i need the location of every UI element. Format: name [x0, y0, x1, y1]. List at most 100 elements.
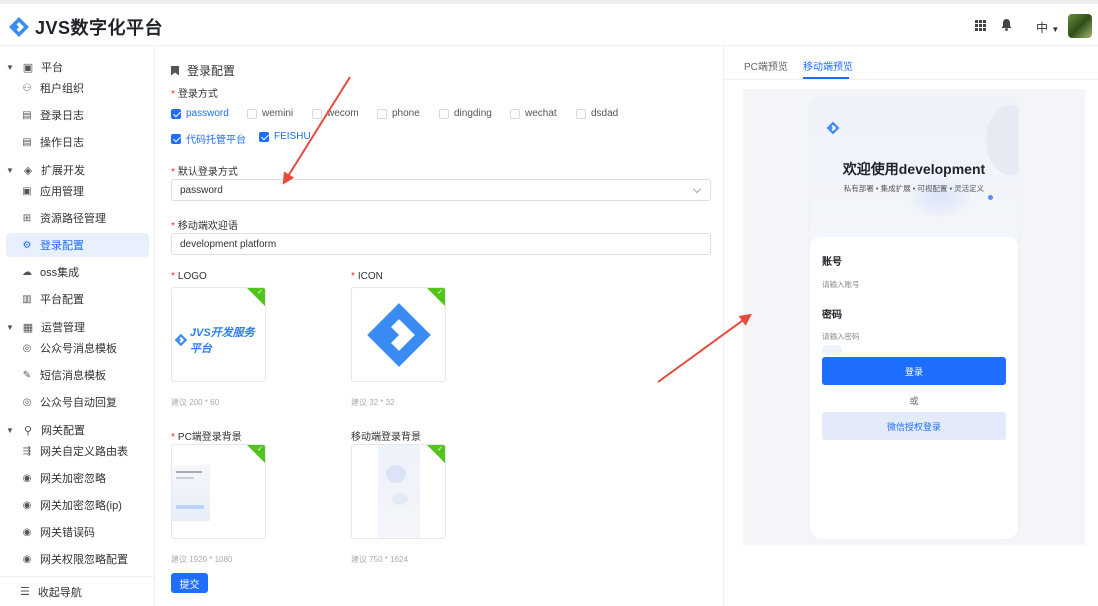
checkbox-box[interactable]	[171, 108, 181, 119]
jvs-logo-icon	[826, 121, 840, 135]
checkbox-box[interactable]	[312, 108, 322, 119]
pc-bg-label: * PC端登录背景	[171, 432, 242, 443]
eye-icon: ◉	[22, 499, 32, 511]
account-input[interactable]: 请输入账号	[822, 279, 860, 290]
sidebar-group-platform[interactable]: ▼ ▣ 平台	[0, 56, 63, 78]
eye-icon: ◉	[22, 472, 32, 484]
sidebar-item-login-config[interactable]: ⚙ 登录配置	[6, 233, 149, 257]
checkbox-box[interactable]	[510, 108, 520, 119]
language-switcher[interactable]: 中 ▼	[1036, 19, 1059, 36]
icon-label: * ICON	[351, 271, 383, 282]
top-header: JVS数字化平台 中 ▼	[0, 4, 1098, 46]
sidebar-item-gw-encrypt-ignore[interactable]: ◉ 网关加密忽略	[6, 466, 149, 490]
sidebar-item-oss[interactable]: ☁ oss集成	[6, 260, 149, 284]
logo-label: * LOGO	[171, 271, 207, 282]
preview-title: 欢迎使用development	[842, 161, 986, 177]
logo-preview: JVS开发服务平台	[174, 324, 265, 356]
wechat-auth-button[interactable]: 微信授权登录	[822, 412, 1006, 440]
sidebar-item-sms-template[interactable]: ✎ 短信消息模板	[6, 363, 149, 387]
checkbox-wecom[interactable]: wecom	[312, 108, 359, 119]
cloud-icon: ☁	[22, 266, 32, 278]
icon-hint: 建议 32 * 32	[351, 398, 395, 407]
sidebar-item-label: oss集成	[40, 267, 80, 279]
welcome-input[interactable]: development platform	[171, 233, 711, 255]
monitor-icon: ▣	[22, 61, 34, 74]
cube-icon: ◈	[23, 164, 33, 177]
eye-icon: ◉	[22, 553, 32, 565]
checkbox-code-hosting[interactable]: 代码托管平台	[171, 131, 246, 146]
or-separator: 或	[909, 396, 919, 406]
chevron-down-icon	[692, 184, 702, 194]
checkbox-wemini[interactable]: wemini	[247, 108, 293, 119]
sidebar-item-label: 登录配置	[40, 240, 84, 252]
mobile-preview-frame: 欢迎使用development 私有部署 • 集成扩展 • 可视配置 • 灵活定…	[810, 97, 1018, 539]
sidebar-item-label: 公众号消息模板	[40, 343, 117, 355]
checkbox-box[interactable]	[171, 133, 181, 144]
caret-down-icon: ▼	[6, 165, 14, 175]
pc-bg-thumbnail	[172, 465, 210, 521]
sidebar-item-mp-template[interactable]: ◎ 公众号消息模板	[6, 336, 149, 360]
sidebar-item-label: 租户组织	[40, 83, 84, 95]
sidebar-group-gateway[interactable]: ▼ ⚲ 网关配置	[0, 419, 85, 441]
welcome-label: * 移动端欢迎语	[171, 221, 238, 232]
sidebar-group-ops[interactable]: ▼ ▦ 运营管理	[0, 316, 85, 338]
sidebar-item-operation-log[interactable]: ▤ 操作日志	[6, 130, 149, 154]
checkbox-phone[interactable]: phone	[377, 108, 420, 119]
sidebar-group-ext-dev[interactable]: ▼ ◈ 扩展开发	[0, 159, 85, 181]
tab-divider	[724, 79, 1098, 80]
mobile-bg-thumbnail	[378, 445, 420, 538]
app-logo[interactable]: JVS数字化平台	[8, 14, 163, 40]
sidebar-item-login-log[interactable]: ▤ 登录日志	[6, 103, 149, 127]
check-circle-icon: ◎	[22, 396, 32, 408]
sidebar-item-platform-config[interactable]: ▥ 平台配置	[6, 287, 149, 311]
notification-bell-icon[interactable]	[999, 18, 1013, 32]
checkbox-box[interactable]	[259, 131, 269, 142]
sidebar-item-label: 资源路径管理	[40, 213, 106, 225]
login-methods-label: * 登录方式	[171, 89, 218, 100]
collapse-nav-button[interactable]: ☰ 收起导航	[0, 576, 155, 606]
pc-bg-upload[interactable]	[171, 444, 266, 539]
gear-icon: ⚙	[22, 239, 32, 251]
checkbox-dsdad[interactable]: dsdad	[576, 108, 618, 119]
tab-pc-preview[interactable]: PC端预览	[744, 58, 788, 73]
sidebar-item-label: 网关权限忽略配置	[40, 554, 128, 566]
checkbox-box[interactable]	[247, 108, 257, 119]
preview-login-button[interactable]: 登录	[822, 357, 1006, 385]
sidebar-item-mp-autoreply[interactable]: ◎ 公众号自动回复	[6, 390, 149, 414]
mobile-bg-label: 移动端登录背景	[351, 432, 421, 443]
checkbox-wechat[interactable]: wechat	[510, 108, 557, 119]
select-value: password	[180, 184, 223, 196]
apps-grid-icon[interactable]	[973, 18, 987, 32]
logo-upload[interactable]: JVS开发服务平台	[171, 287, 266, 382]
sidebar-item-gw-auth-ignore[interactable]: ◉ 网关权限忽略配置	[6, 547, 149, 571]
checkbox-dingding[interactable]: dingding	[439, 108, 492, 119]
user-avatar[interactable]	[1068, 14, 1092, 38]
checkbox-box[interactable]	[439, 108, 449, 119]
icon-upload[interactable]	[351, 287, 446, 382]
preview-canvas: 欢迎使用development 私有部署 • 集成扩展 • 可视配置 • 灵活定…	[743, 89, 1085, 545]
tab-mobile-preview[interactable]: 移动端预览	[803, 58, 853, 73]
mobile-bg-upload[interactable]	[351, 444, 446, 539]
default-method-label: * 默认登录方式	[171, 167, 238, 178]
checkbox-box[interactable]	[576, 108, 586, 119]
language-label: 中	[1036, 21, 1049, 35]
sidebar-item-gw-error-code[interactable]: ◉ 网关错误码	[6, 520, 149, 544]
decor-pill	[822, 345, 842, 355]
sidebar-item-gw-routes[interactable]: ⇶ 网关自定义路由表	[6, 439, 149, 463]
caret-down-icon: ▼	[6, 425, 14, 435]
sidebar-item-label: 网关加密忽略	[40, 473, 106, 485]
sidebar-item-app-mgmt[interactable]: ▣ 应用管理	[6, 179, 149, 203]
sidebar-item-resource-path[interactable]: ⊞ 资源路径管理	[6, 206, 149, 230]
checkbox-feishu[interactable]: FEISHU	[259, 131, 311, 142]
sidebar-item-gw-encrypt-ignore-ip[interactable]: ◉ 网关加密忽略(ip)	[6, 493, 149, 517]
sidebar: ▼ ▣ 平台 ⚇ 租户组织 ▤ 登录日志 ▤ 操作日志 ▼ ◈ 扩展开发 ▣ 应用管理 …	[0, 46, 155, 606]
sidebar-item-tenant-org[interactable]: ⚇ 租户组织	[6, 76, 149, 100]
submit-button[interactable]: 提交	[171, 573, 208, 593]
checkbox-password[interactable]: password	[171, 108, 229, 119]
sidebar-item-label: 网关加密忽略(ip)	[40, 500, 122, 512]
logo-hint: 建议 200 * 60	[171, 398, 220, 407]
password-input[interactable]: 请输入密码	[822, 331, 860, 342]
pc-bg-hint: 建议 1920 * 1080	[171, 555, 233, 564]
checkbox-box[interactable]	[377, 108, 387, 119]
default-method-select[interactable]: password	[171, 179, 711, 201]
